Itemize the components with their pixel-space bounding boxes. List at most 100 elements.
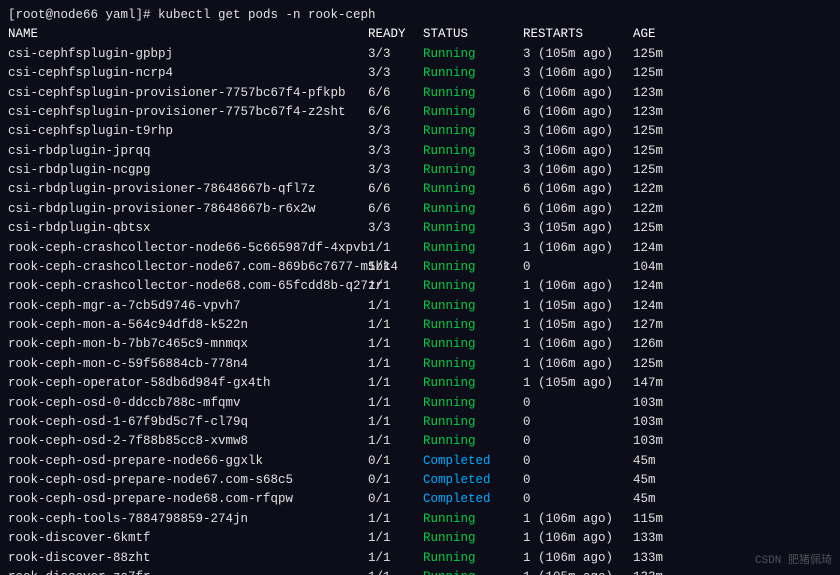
pod-ready: 1/1: [368, 239, 423, 258]
pod-row: rook-ceph-osd-0-ddccb788c-mfqmv1/1Runnin…: [8, 394, 832, 413]
pod-row: rook-ceph-mon-a-564c94dfd8-k522n1/1Runni…: [8, 316, 832, 335]
pod-status: Running: [423, 180, 523, 199]
pod-name: rook-ceph-osd-prepare-node68.com-rfqpw: [8, 490, 368, 509]
pod-name: csi-cephfsplugin-provisioner-7757bc67f4-…: [8, 103, 368, 122]
pod-row: rook-ceph-mgr-a-7cb5d9746-vpvh71/1Runnin…: [8, 297, 832, 316]
pod-row: rook-ceph-osd-2-7f88b85cc8-xvmw81/1Runni…: [8, 432, 832, 451]
pod-row: csi-rbdplugin-jprqq3/3Running3 (106m ago…: [8, 142, 832, 161]
pod-row: csi-cephfsplugin-provisioner-7757bc67f4-…: [8, 84, 832, 103]
pod-ready: 6/6: [368, 84, 423, 103]
pod-restarts: 3 (105m ago): [523, 219, 633, 238]
pod-row: rook-ceph-crashcollector-node68.com-65fc…: [8, 277, 832, 296]
pod-name: rook-ceph-mon-b-7bb7c465c9-mnmqx: [8, 335, 368, 354]
pod-age: 103m: [633, 394, 663, 413]
pod-row: rook-discover-6kmtf1/1Running1 (106m ago…: [8, 529, 832, 548]
pod-name: csi-cephfsplugin-provisioner-7757bc67f4-…: [8, 84, 368, 103]
pod-restarts: 0: [523, 394, 633, 413]
pod-status: Running: [423, 277, 523, 296]
header-row: NAME READY STATUS RESTARTS AGE: [8, 25, 832, 44]
pod-name: csi-cephfsplugin-t9rhp: [8, 122, 368, 141]
pod-name: rook-discover-6kmtf: [8, 529, 368, 548]
pod-restarts: 1 (105m ago): [523, 374, 633, 393]
pod-ready: 1/1: [368, 316, 423, 335]
pod-status: Running: [423, 45, 523, 64]
pod-status: Running: [423, 161, 523, 180]
pod-name: rook-ceph-osd-prepare-node67.com-s68c5: [8, 471, 368, 490]
pod-row: csi-cephfsplugin-gpbpj3/3Running3 (105m …: [8, 45, 832, 64]
pod-age: 45m: [633, 452, 656, 471]
pod-name: rook-ceph-mon-a-564c94dfd8-k522n: [8, 316, 368, 335]
pod-status: Running: [423, 103, 523, 122]
pod-restarts: 0: [523, 413, 633, 432]
pod-age: 103m: [633, 413, 663, 432]
pod-status: Running: [423, 316, 523, 335]
pod-age: 125m: [633, 355, 663, 374]
pod-ready: 1/1: [368, 258, 423, 277]
pod-status: Running: [423, 529, 523, 548]
pod-table-body: csi-cephfsplugin-gpbpj3/3Running3 (105m …: [8, 45, 832, 575]
pod-age: 133m: [633, 529, 663, 548]
pod-ready: 1/1: [368, 432, 423, 451]
pod-restarts: 0: [523, 471, 633, 490]
pod-age: 45m: [633, 471, 656, 490]
pod-age: 123m: [633, 103, 663, 122]
pod-status: Running: [423, 335, 523, 354]
pod-age: 125m: [633, 45, 663, 64]
pod-ready: 1/1: [368, 568, 423, 575]
pod-restarts: 1 (106m ago): [523, 277, 633, 296]
pod-restarts: 1 (105m ago): [523, 297, 633, 316]
pod-row: csi-rbdplugin-qbtsx3/3Running3 (105m ago…: [8, 219, 832, 238]
pod-name: csi-rbdplugin-qbtsx: [8, 219, 368, 238]
pod-restarts: 1 (105m ago): [523, 316, 633, 335]
pod-restarts: 0: [523, 432, 633, 451]
pod-ready: 1/1: [368, 355, 423, 374]
pod-status: Running: [423, 219, 523, 238]
pod-restarts: 6 (106m ago): [523, 84, 633, 103]
pod-age: 125m: [633, 142, 663, 161]
pod-name: rook-ceph-crashcollector-node66-5c665987…: [8, 239, 368, 258]
col-header-name: NAME: [8, 25, 368, 44]
pod-status: Running: [423, 122, 523, 141]
pod-row: csi-rbdplugin-provisioner-78648667b-r6x2…: [8, 200, 832, 219]
pod-row: rook-discover-zs7fr1/1Running1 (105m ago…: [8, 568, 832, 575]
pod-name: rook-ceph-osd-prepare-node66-ggxlk: [8, 452, 368, 471]
pod-row: rook-ceph-crashcollector-node66-5c665987…: [8, 239, 832, 258]
pod-restarts: 1 (106m ago): [523, 549, 633, 568]
pod-age: 45m: [633, 490, 656, 509]
pod-name: rook-ceph-osd-0-ddccb788c-mfqmv: [8, 394, 368, 413]
pod-status: Completed: [423, 490, 523, 509]
pod-row: rook-ceph-mon-c-59f56884cb-778n41/1Runni…: [8, 355, 832, 374]
pod-restarts: 3 (106m ago): [523, 64, 633, 83]
pod-ready: 0/1: [368, 471, 423, 490]
pod-restarts: 3 (106m ago): [523, 161, 633, 180]
pod-age: 124m: [633, 277, 663, 296]
pod-status: Completed: [423, 471, 523, 490]
pod-row: rook-ceph-tools-7884798859-274jn1/1Runni…: [8, 510, 832, 529]
pod-row: csi-rbdplugin-provisioner-78648667b-qfl7…: [8, 180, 832, 199]
pod-ready: 1/1: [368, 549, 423, 568]
pod-restarts: 1 (105m ago): [523, 568, 633, 575]
pod-ready: 1/1: [368, 374, 423, 393]
pod-restarts: 3 (106m ago): [523, 142, 633, 161]
pod-restarts: 0: [523, 490, 633, 509]
pod-age: 124m: [633, 239, 663, 258]
command-line: [root@node66 yaml]# kubectl get pods -n …: [8, 6, 832, 25]
pod-ready: 6/6: [368, 180, 423, 199]
pod-row: rook-ceph-osd-1-67f9bd5c7f-cl79q1/1Runni…: [8, 413, 832, 432]
pod-name: rook-discover-zs7fr: [8, 568, 368, 575]
pod-status: Running: [423, 432, 523, 451]
pod-name: rook-discover-88zht: [8, 549, 368, 568]
pod-status: Running: [423, 258, 523, 277]
pod-ready: 6/6: [368, 103, 423, 122]
pod-row: rook-ceph-mon-b-7bb7c465c9-mnmqx1/1Runni…: [8, 335, 832, 354]
pod-row: rook-ceph-operator-58db6d984f-gx4th1/1Ru…: [8, 374, 832, 393]
pod-status: Completed: [423, 452, 523, 471]
pod-status: Running: [423, 239, 523, 258]
pod-ready: 1/1: [368, 413, 423, 432]
pod-age: 103m: [633, 432, 663, 451]
pod-age: 122m: [633, 180, 663, 199]
pod-restarts: 6 (106m ago): [523, 200, 633, 219]
pod-row: csi-cephfsplugin-ncrp43/3Running3 (106m …: [8, 64, 832, 83]
pod-restarts: 1 (106m ago): [523, 510, 633, 529]
command-text: [root@node66 yaml]# kubectl get pods -n …: [8, 6, 376, 25]
